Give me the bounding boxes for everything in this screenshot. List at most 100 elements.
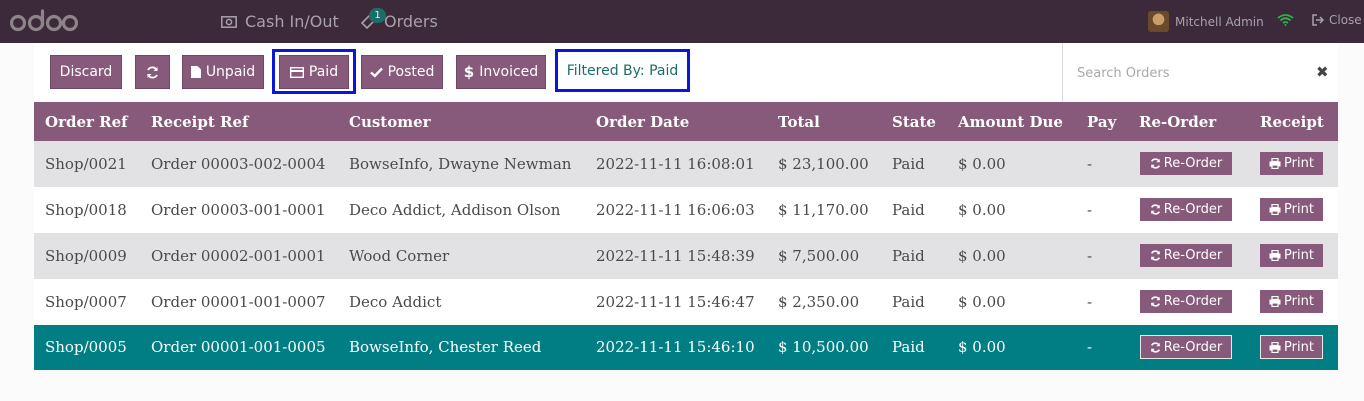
re-order-label: Re-Order: [1163, 202, 1223, 217]
order-date-cell: 2022-11-11 16:06:03: [596, 201, 755, 219]
user-name: Mitchell Admin: [1175, 14, 1264, 29]
order-ref-cell: Shop/0018: [45, 201, 127, 219]
re-order-button[interactable]: Re-Order: [1140, 335, 1232, 359]
customer-cell: BowseInfo, Chester Reed: [349, 338, 542, 356]
order-date-cell: 2022-11-11 15:48:39: [596, 247, 755, 265]
header-total: Total: [778, 113, 820, 131]
state-cell: Paid: [892, 338, 925, 356]
header-order-ref: Order Ref: [45, 113, 128, 131]
paid-label: Paid: [308, 64, 339, 80]
discard-button[interactable]: Discard: [50, 55, 122, 89]
re-order-label: Re-Order: [1163, 156, 1223, 171]
pay-cell: -: [1087, 201, 1093, 219]
unpaid-filter-button[interactable]: Unpaid: [182, 55, 264, 89]
re-order-label: Re-Order: [1163, 294, 1223, 309]
control-bar: Discard Unpaid Paid Posted $ Invoiced Fi…: [34, 43, 1338, 102]
pay-cell: -: [1087, 293, 1093, 311]
paid-filter-button[interactable]: Paid: [279, 55, 349, 89]
table-row[interactable]: Shop/0009 Order 00002-001-0001 Wood Corn…: [34, 233, 1338, 279]
search-input[interactable]: [1077, 62, 1297, 84]
close-label: Close: [1329, 13, 1362, 27]
print-button[interactable]: Print: [1260, 335, 1323, 359]
pay-cell: -: [1087, 155, 1093, 173]
re-order-button[interactable]: Re-Order: [1140, 198, 1232, 221]
orders-label: Orders: [384, 12, 438, 31]
orders-count-badge: 1: [369, 8, 386, 23]
print-icon: [1269, 296, 1281, 307]
total-cell: $ 23,100.00: [778, 155, 869, 173]
print-icon: [1269, 250, 1281, 261]
print-label: Print: [1284, 294, 1314, 309]
header-receipt: Receipt: [1260, 113, 1324, 131]
order-date-cell: 2022-11-11 15:46:10: [596, 338, 755, 356]
invoiced-filter-button[interactable]: $ Invoiced: [456, 55, 546, 89]
table-row[interactable]: Shop/0007 Order 00001-001-0007 Deco Addi…: [34, 279, 1338, 325]
order-ref-cell: Shop/0007: [45, 293, 127, 311]
credit-card-icon: [289, 66, 304, 78]
header-state: State: [892, 113, 936, 131]
table-row[interactable]: Shop/0018 Order 00003-001-0001 Deco Addi…: [34, 187, 1338, 233]
table-row-selected[interactable]: Shop/0005 Order 00001-001-0005 BowseInfo…: [34, 325, 1338, 370]
table-row[interactable]: Shop/0021 Order 00003-002-0004 BowseInfo…: [34, 141, 1338, 187]
customer-cell: Deco Addict: [349, 293, 442, 311]
close-icon[interactable]: ✖: [1316, 63, 1329, 81]
odoo-logo: [10, 9, 78, 32]
dollar-icon: $: [463, 63, 475, 81]
sign-out-icon: [1312, 14, 1325, 26]
re-order-label: Re-Order: [1163, 248, 1223, 263]
avatar: [1148, 11, 1169, 32]
receipt-ref-cell: Order 00001-001-0005: [151, 338, 326, 356]
invoiced-label: Invoiced: [479, 64, 539, 80]
print-label: Print: [1284, 202, 1314, 217]
header-customer: Customer: [349, 113, 431, 131]
table-header: Order Ref Receipt Ref Customer Order Dat…: [34, 102, 1338, 141]
print-label: Print: [1284, 339, 1314, 355]
header-amount-due: Amount Due: [958, 113, 1063, 131]
state-cell: Paid: [892, 293, 925, 311]
print-button[interactable]: Print: [1260, 152, 1323, 175]
cash-in-out-label: Cash In/Out: [245, 12, 339, 31]
print-button[interactable]: Print: [1260, 290, 1323, 313]
re-order-label: Re-Order: [1163, 339, 1223, 355]
re-order-button[interactable]: Re-Order: [1140, 290, 1232, 313]
header-pay: Pay: [1087, 113, 1117, 131]
order-date-cell: 2022-11-11 16:08:01: [596, 155, 755, 173]
customer-cell: Wood Corner: [349, 247, 450, 265]
amount-due-cell: $ 0.00: [958, 201, 1006, 219]
close-session-button[interactable]: Close: [1312, 13, 1362, 27]
amount-due-cell: $ 0.00: [958, 155, 1006, 173]
total-cell: $ 7,500.00: [778, 247, 860, 265]
header-order-date: Order Date: [596, 113, 690, 131]
posted-filter-button[interactable]: Posted: [361, 55, 443, 89]
amount-due-cell: $ 0.00: [958, 247, 1006, 265]
total-cell: $ 11,170.00: [778, 201, 869, 219]
re-order-button[interactable]: Re-Order: [1140, 152, 1232, 175]
print-button[interactable]: Print: [1260, 198, 1323, 221]
cash-in-out-button[interactable]: Cash In/Out: [219, 12, 339, 31]
print-icon: [1269, 204, 1281, 215]
receipt-ref-cell: Order 00003-001-0001: [151, 201, 326, 219]
state-cell: Paid: [892, 247, 925, 265]
order-ref-cell: Shop/0009: [45, 247, 127, 265]
refresh-button[interactable]: [135, 55, 170, 89]
receipt-ref-cell: Order 00003-002-0004: [151, 155, 326, 173]
unpaid-label: Unpaid: [205, 64, 256, 80]
user-menu[interactable]: Mitchell Admin: [1148, 11, 1264, 32]
print-icon: [1269, 341, 1281, 353]
header-receipt-ref: Receipt Ref: [151, 113, 249, 131]
header-re-order: Re-Order: [1139, 113, 1217, 131]
print-label: Print: [1284, 248, 1314, 263]
receipt-ref-cell: Order 00001-001-0007: [151, 293, 326, 311]
pay-cell: -: [1087, 338, 1093, 356]
file-icon: [190, 66, 201, 78]
order-ref-cell: Shop/0005: [45, 338, 127, 356]
print-icon: [1269, 158, 1281, 169]
refresh-icon: [1150, 341, 1161, 353]
amount-due-cell: $ 0.00: [958, 338, 1006, 356]
re-order-button[interactable]: Re-Order: [1140, 244, 1232, 267]
orders-table: Order Ref Receipt Ref Customer Order Dat…: [34, 102, 1338, 370]
wifi-icon[interactable]: [1277, 13, 1294, 26]
customer-cell: Deco Addict, Addison Olson: [349, 201, 561, 219]
print-button[interactable]: Print: [1260, 244, 1323, 267]
pay-cell: -: [1087, 247, 1093, 265]
